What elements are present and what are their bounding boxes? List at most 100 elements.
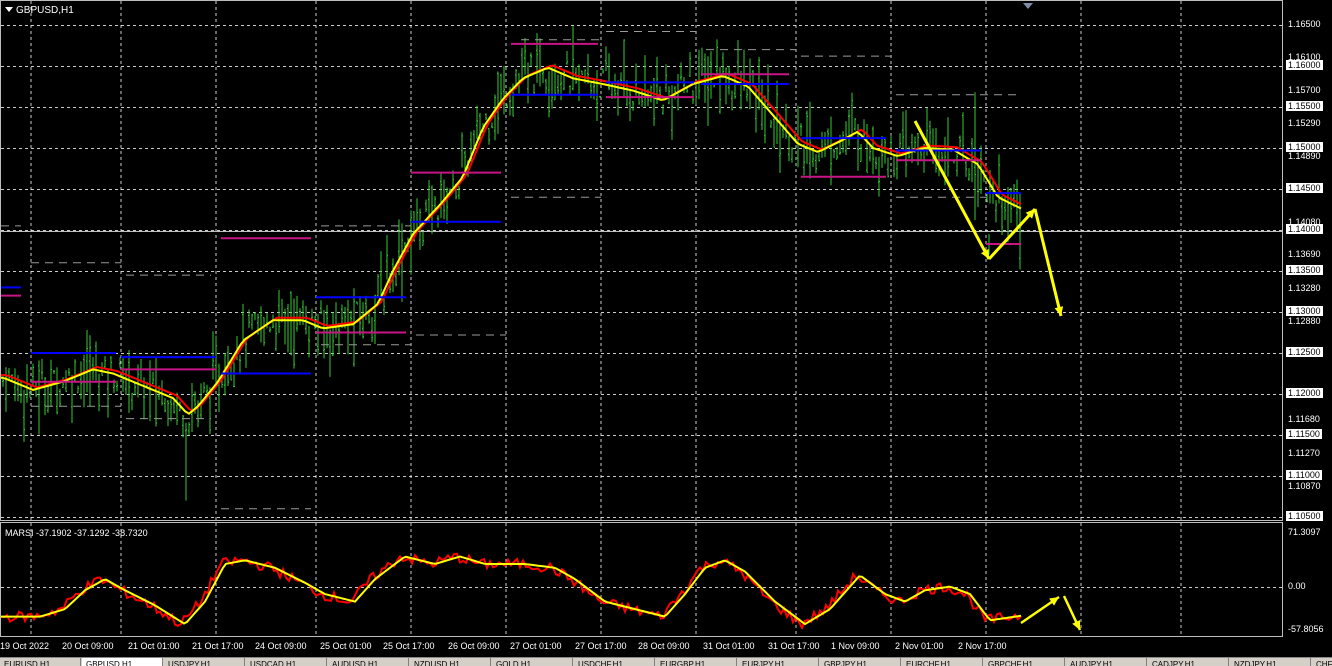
price-bar [416,198,418,233]
price-bar [308,325,310,358]
price-bar [818,152,820,162]
price-bar [770,119,772,129]
indicator-axis-label: 71.3097 [1288,527,1321,537]
price-bar [203,382,205,393]
time-axis-label: 1 Nov 09:00 [831,641,880,651]
price-bar [809,101,811,179]
price-bar [431,185,433,234]
indicator-axis: 71.3097 0.00 -57.8056 [1283,522,1332,637]
price-bar [2,374,4,387]
price-bar [485,113,487,121]
price-bar [605,46,607,72]
price-axis[interactable]: 1.16500 1.16100 1.16000 1.15700 1.15500 1.152… [1283,0,1332,521]
indicator-canvas[interactable] [1,523,1284,638]
price-bar [53,370,55,375]
price-bar [875,156,877,170]
time-axis-label: 19 Oct 2022 [0,641,50,651]
time-axis-label: 25 Oct 01:00 [320,641,372,651]
price-bar [23,389,25,442]
price-bar [833,148,835,159]
price-axis-label: 1.12880 [1288,315,1321,326]
price-bar [143,377,145,420]
price-bar [38,360,40,435]
price-bar [695,83,697,105]
price-bar [566,50,568,65]
price-axis-label: 1.16000 [1286,60,1323,70]
price-bar [911,133,913,163]
price-bar [140,359,142,383]
price-bar [959,135,961,148]
price-bar [299,308,301,325]
price-bar [260,306,262,343]
price-bar [707,56,709,126]
price-bar [434,195,436,209]
price-bar [269,326,271,333]
price-axis-label: 1.11500 [1286,429,1322,439]
price-bar [815,154,817,174]
price-bar [569,85,571,95]
price-bar [134,382,136,395]
chart-shift-marker-icon[interactable] [1023,3,1033,9]
price-bar [965,161,967,177]
price-bar [356,301,358,305]
price-bar [671,85,673,140]
price-chart-pane[interactable]: GBPUSD,H1 [0,0,1284,522]
time-axis-label: 27 Oct 17:00 [575,641,627,651]
price-chart-canvas[interactable] [1,1,1284,522]
time-axis-label: 26 Oct 09:00 [448,641,500,651]
price-bar [869,145,871,162]
time-axis-label: 24 Oct 09:00 [255,641,307,651]
chart-menu-triangle-icon[interactable] [5,7,13,12]
price-bar [284,308,286,345]
price-bar [41,358,43,380]
price-bar [893,154,895,178]
price-axis-label: 1.15290 [1288,118,1321,129]
price-axis-label: 1.15700 [1288,84,1321,95]
price-bar [239,354,241,373]
price-bar [629,88,631,122]
time-axis-label: 21 Oct 01:00 [128,641,180,651]
price-bar [275,322,277,351]
price-bar [755,85,757,133]
price-bar [47,386,49,413]
price-axis-label: 1.11270 [1288,447,1320,458]
price-bar [497,71,499,134]
price-bar [899,133,901,149]
price-bar [317,313,319,356]
price-bar [542,69,544,84]
price-bar [626,80,628,107]
price-bar [329,329,331,377]
price-axis-label: 1.14500 [1286,183,1323,193]
price-bar [128,350,130,413]
price-bar [905,110,907,178]
price-bar [278,289,280,333]
price-axis-label: 1.10500 [1286,511,1323,521]
price-bar [74,359,76,382]
price-bar [581,70,583,75]
price-bar [764,95,766,144]
price-bar [728,65,730,95]
indicator-pane[interactable]: MARSI -37.1902 -37.1292 -38.7320 [0,522,1284,638]
price-bar [476,105,478,139]
price-bar [557,74,559,95]
price-bar [77,385,79,394]
price-bar [332,312,334,357]
price-axis-label: 1.12500 [1286,347,1323,357]
price-bar [731,90,733,111]
price-bar [425,199,427,212]
time-axis-label: 31 Oct 01:00 [703,641,755,651]
price-axis-label: 1.14890 [1288,151,1321,162]
price-bar [773,117,775,148]
price-bar [311,308,313,320]
price-bar [320,300,322,314]
price-axis-label: 1.15500 [1286,101,1323,111]
price-bar [872,126,874,175]
time-axis: 19 Oct 2022 20 Oct 09:00 21 Oct 01:00 21 Oc… [0,637,1332,657]
price-bar [8,368,10,380]
price-bar [521,47,523,80]
price-bar [632,100,634,111]
price-bar [791,147,793,163]
time-axis-label: 27 Oct 01:00 [510,641,562,651]
price-bar [890,135,892,148]
price-bar [968,168,970,181]
